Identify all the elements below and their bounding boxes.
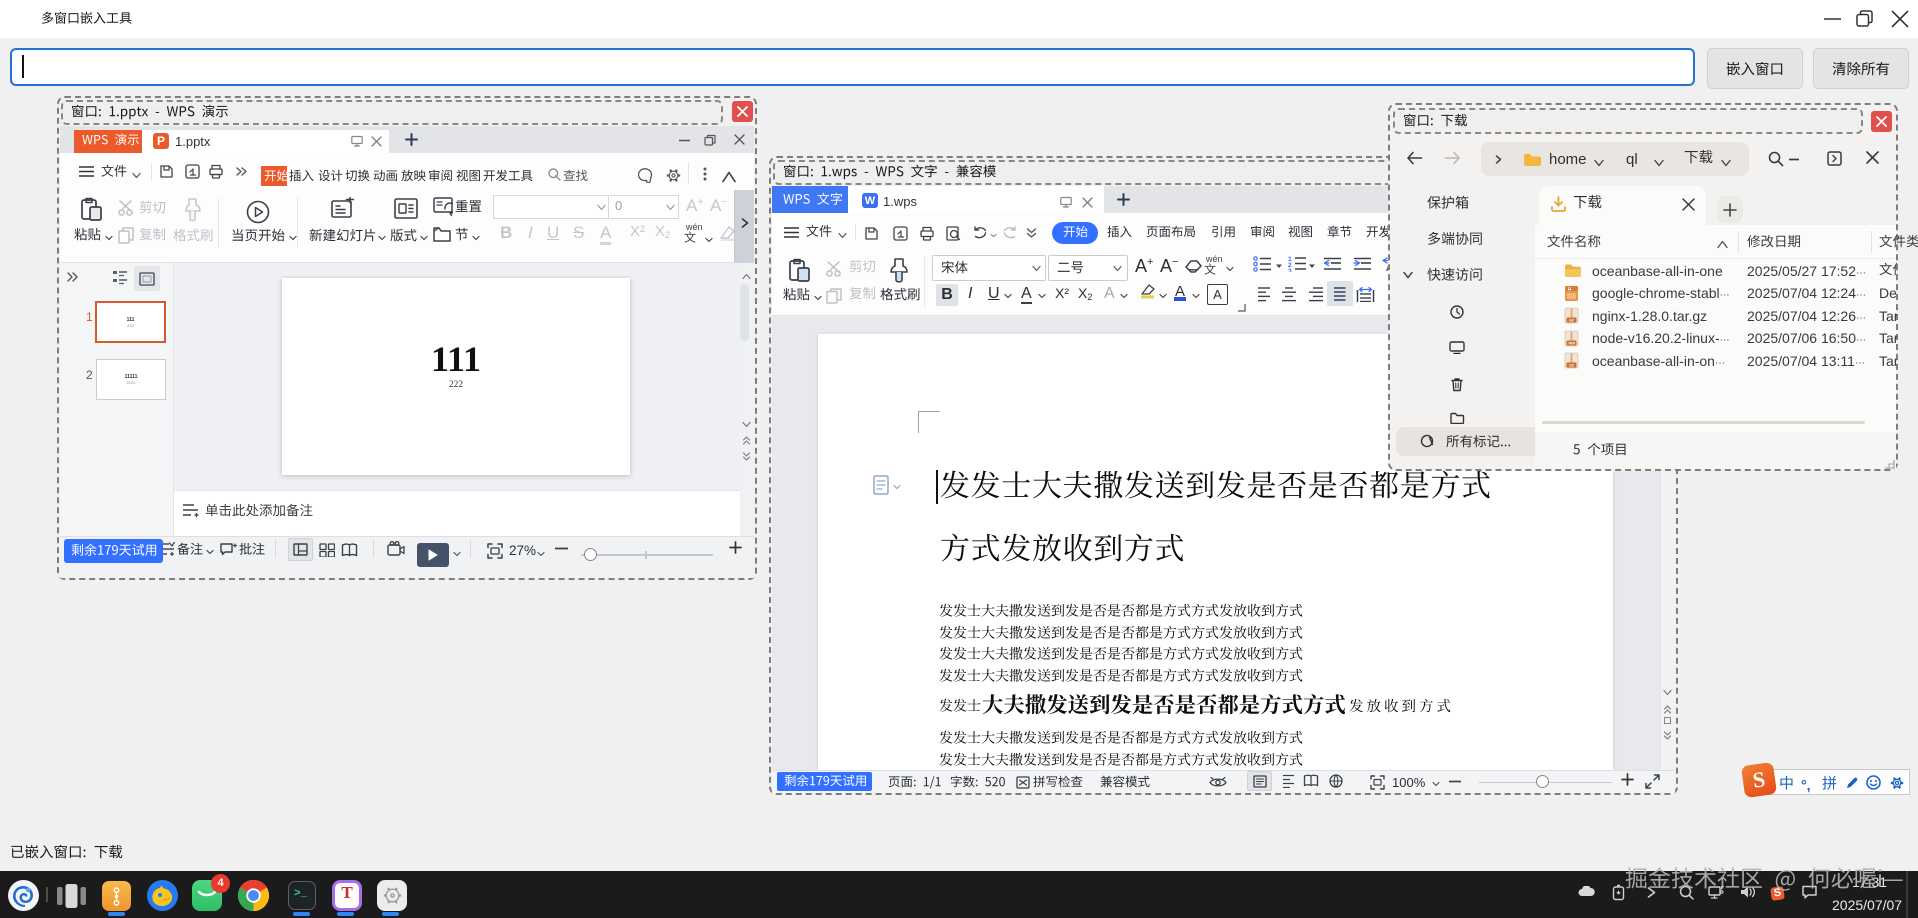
svg-text:TAR: TAR xyxy=(1568,341,1576,345)
svg-text:3: 3 xyxy=(1288,268,1292,272)
svg-text:GZ: GZ xyxy=(1569,319,1575,323)
svg-text:GZ: GZ xyxy=(1569,364,1575,368)
